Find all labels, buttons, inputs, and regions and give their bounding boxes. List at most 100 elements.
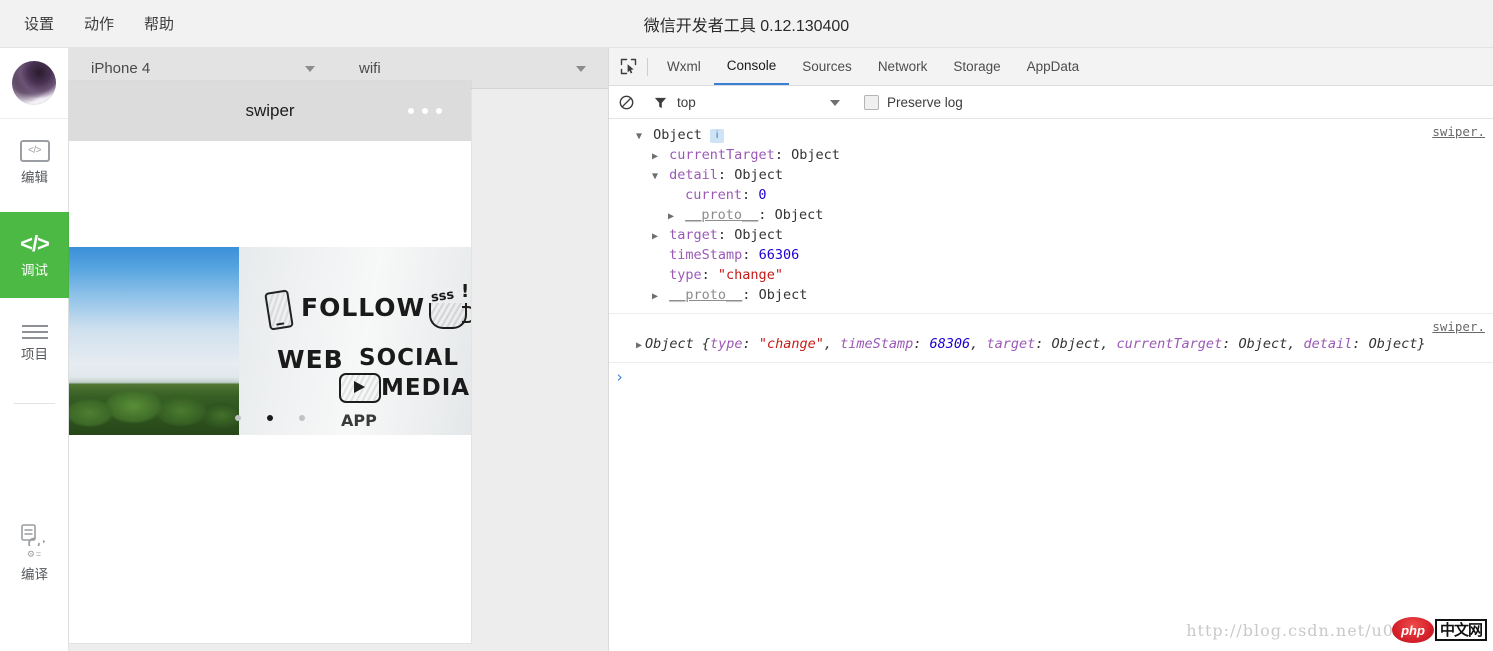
filter-funnel-icon[interactable] — [643, 86, 677, 118]
doodle-play-button-icon — [339, 373, 381, 403]
sidebar-item-compile[interactable]: ⚙= 编译 — [0, 503, 69, 603]
doodle-phone-icon — [264, 289, 294, 330]
pair-value: 68306 — [930, 336, 971, 352]
wechat-capsule-dots-icon[interactable] — [408, 108, 442, 114]
sidebar-item-compile-label: 编译 — [21, 568, 48, 582]
sidebar-item-edit-label: 编辑 — [21, 171, 48, 185]
menu-bar: 设置 动作 帮助 — [22, 0, 176, 48]
doodle-text-follow: FOLLOW — [301, 293, 425, 322]
tab-network[interactable]: Network — [865, 48, 941, 85]
list-lines-icon — [22, 325, 48, 339]
sidebar-item-edit[interactable]: </> 编辑 — [0, 119, 69, 205]
pair-key: target — [986, 336, 1035, 352]
prop-value: "change" — [718, 267, 783, 283]
prop-sep: : — [718, 227, 734, 243]
prop-value: Object — [791, 147, 840, 163]
clear-console-icon[interactable] — [609, 86, 643, 118]
prop-sep: : — [742, 287, 758, 303]
info-badge-icon: i — [710, 129, 724, 143]
build-refresh-icon: ⚙= — [21, 524, 49, 559]
console-input-prompt[interactable]: › — [609, 363, 1493, 391]
rail-divider — [14, 403, 55, 404]
swiper-slide-sky-trees[interactable] — [69, 247, 239, 435]
doodle-text-media: MEDIA — [381, 375, 470, 401]
menu-help[interactable]: 帮助 — [142, 14, 176, 35]
prop-key: __proto__ — [685, 207, 758, 223]
avatar[interactable] — [12, 61, 56, 105]
disclosure-triangle-closed-icon[interactable]: ▶ — [665, 207, 677, 227]
prop-key: currentTarget — [669, 147, 775, 163]
prop-sep: : — [718, 167, 734, 183]
pair-key: detail — [1304, 336, 1353, 352]
prop-value: Object — [734, 167, 783, 183]
prop-value: Object — [775, 207, 824, 223]
disclosure-spacer: ▶ — [665, 187, 677, 207]
console-context-value: top — [677, 95, 696, 110]
tab-console[interactable]: Console — [714, 48, 790, 85]
devtools-panel: Wxml Console Sources Network Storage App… — [608, 48, 1493, 651]
console-output[interactable]: swiper. ▼ Object i ▶ currentTarget: Obje… — [609, 119, 1493, 651]
menu-actions[interactable]: 动作 — [82, 14, 116, 35]
console-message-collapsed[interactable]: swiper. ▶Object {type: "change", timeSta… — [609, 314, 1493, 363]
tab-storage[interactable]: Storage — [940, 48, 1013, 85]
doodle-text-bang: ! — [461, 281, 469, 302]
preserve-log-checkbox[interactable] — [864, 95, 879, 110]
pair-value: "change" — [759, 336, 824, 352]
swiper-slide-whiteboard[interactable]: FOLLOW sss ! WEB SOCIAL MEDIA APP — [239, 247, 471, 435]
sidebar-item-debug-label: 调试 — [21, 264, 48, 278]
disclosure-triangle-closed-icon[interactable]: ▶ — [649, 147, 661, 167]
swiper-dot[interactable] — [235, 415, 241, 421]
disclosure-triangle-closed-icon[interactable]: ▶ — [649, 287, 661, 307]
compile-settings-glyph: ⚙= — [27, 550, 42, 559]
chevron-down-icon — [830, 100, 840, 106]
disclosure-triangle-closed-icon[interactable]: ▶ — [649, 227, 661, 247]
pair-value: Object — [1369, 336, 1418, 352]
console-context-select[interactable]: top — [677, 86, 852, 118]
tab-sources[interactable]: Sources — [789, 48, 865, 85]
doodle-text-steam: sss — [430, 287, 455, 305]
pair-value: Object — [1238, 336, 1287, 352]
prop-sep: : — [742, 247, 758, 263]
prop-key: current — [685, 187, 742, 203]
console-object-label: Object — [653, 127, 702, 143]
disclosure-triangle-open-icon[interactable]: ▼ — [633, 127, 645, 147]
swiper-carousel[interactable]: FOLLOW sss ! WEB SOCIAL MEDIA APP — [69, 247, 471, 435]
swiper-dot-active[interactable] — [267, 415, 273, 421]
preserve-log-label: Preserve log — [887, 95, 963, 110]
doodle-coffee-cup-icon — [429, 303, 467, 329]
console-source-link[interactable]: swiper. — [1432, 319, 1485, 334]
left-rail: </> 编辑 </> 调试 项目 ⚙= — [0, 48, 69, 651]
prop-sep: : — [742, 187, 758, 203]
phone-preview: swiper FOLLOW sss ! WEB SOCIAL MEDIA APP — [69, 81, 471, 643]
disclosure-triangle-open-icon[interactable]: ▼ — [649, 167, 661, 187]
prop-sep: : — [758, 207, 774, 223]
prop-sep: : — [702, 267, 718, 283]
swiper-dot[interactable] — [299, 415, 305, 421]
console-message-expanded[interactable]: swiper. ▼ Object i ▶ currentTarget: Obje… — [609, 119, 1493, 314]
page-title: swiper — [245, 101, 294, 121]
sidebar-item-debug[interactable]: </> 调试 — [0, 212, 69, 298]
prop-key: target — [669, 227, 718, 243]
prop-key: type — [669, 267, 702, 283]
app-root: 设置 动作 帮助 微信开发者工具 0.12.130400 </> 编辑 </> … — [0, 0, 1493, 651]
disclosure-triangle-closed-icon[interactable]: ▶ — [633, 336, 645, 356]
code-box-icon: </> — [20, 140, 50, 162]
disclosure-spacer: ▶ — [649, 247, 661, 267]
prop-key: __proto__ — [669, 287, 742, 303]
sidebar-item-project-label: 项目 — [21, 348, 48, 362]
preserve-log-toggle[interactable]: Preserve log — [864, 95, 963, 110]
phone-nav-bar: swiper — [69, 81, 471, 141]
pair-value: Object — [1051, 336, 1100, 352]
chevron-down-icon — [305, 66, 315, 72]
prop-value: 0 — [758, 187, 766, 203]
device-select-value: iPhone 4 — [91, 60, 150, 77]
inspect-element-button[interactable] — [609, 48, 647, 86]
console-object-suffix: } — [1417, 336, 1425, 352]
avatar-container[interactable] — [0, 48, 68, 119]
sidebar-item-project[interactable]: 项目 — [0, 300, 69, 386]
prop-value: Object — [734, 227, 783, 243]
tab-wxml[interactable]: Wxml — [654, 48, 714, 85]
menu-settings[interactable]: 设置 — [22, 14, 56, 35]
tab-appdata[interactable]: AppData — [1014, 48, 1093, 85]
swiper-pagination[interactable] — [69, 415, 471, 421]
